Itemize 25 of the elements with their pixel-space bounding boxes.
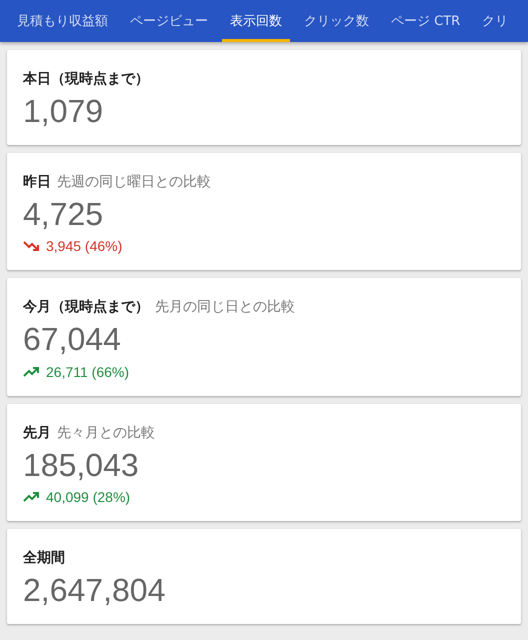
card-title: 先月 — [23, 424, 51, 442]
tab[interactable]: ページビュー — [122, 0, 216, 42]
change-text: 3,945 (46%) — [46, 238, 122, 254]
stat-value: 67,044 — [23, 322, 122, 358]
tab[interactable]: クリ — [474, 0, 516, 42]
trend-up-icon — [23, 490, 41, 503]
stat-value: 4,725 — [23, 197, 104, 232]
trend-down-icon — [23, 240, 41, 252]
trend-up-icon — [23, 366, 41, 378]
stat-value: 185,043 — [23, 448, 140, 483]
card-title: 本日（現時点まで） — [23, 70, 149, 88]
card-subtitle: 先月の同じ日との比較 — [155, 298, 295, 316]
stat-value: 2,647,804 — [23, 572, 166, 608]
card-title: 昨日 — [23, 173, 51, 192]
tab[interactable]: ページ CTR — [383, 0, 468, 42]
card-title: 今月（現時点まで） — [23, 298, 149, 316]
stat-value: 1,079 — [23, 94, 104, 130]
card-title: 全期間 — [23, 548, 65, 567]
card-subtitle: 先々月との比較 — [57, 424, 155, 442]
change-text: 40,099 (28%) — [46, 488, 130, 505]
tab[interactable]: クリック数 — [296, 0, 377, 42]
tab[interactable]: 見積もり収益額 — [9, 0, 116, 42]
change-text: 26,711 (66%) — [46, 364, 130, 380]
tab[interactable]: 表示回数 — [222, 0, 290, 42]
card-subtitle: 先週の同じ曜日との比較 — [57, 173, 211, 192]
